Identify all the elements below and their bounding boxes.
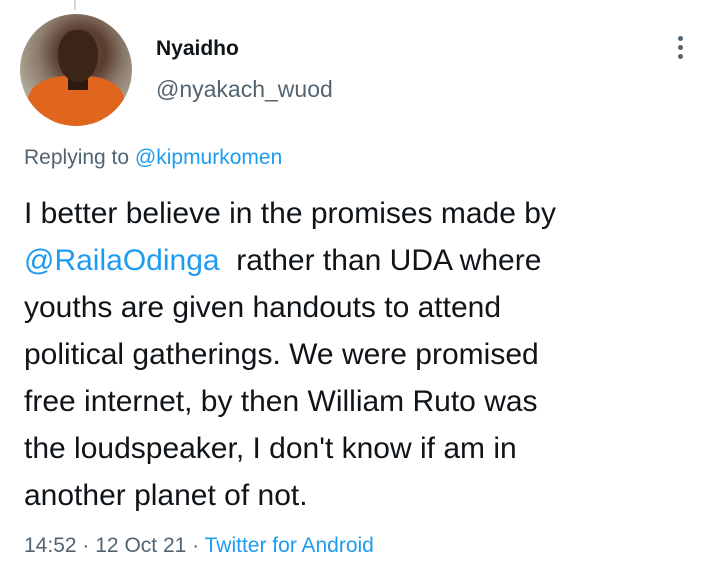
- more-options-button[interactable]: [668, 30, 692, 64]
- tweet-text-line: the loudspeaker, I don't know if am in: [24, 432, 517, 465]
- tweet-mention[interactable]: @RailaOdinga: [24, 244, 220, 277]
- tweet-text-fragment: rather than UDA where: [219, 244, 542, 277]
- author-name[interactable]: Nyaidho: [156, 37, 239, 61]
- replying-to: Replying to @kipmurkomen: [24, 146, 282, 170]
- tweet-time[interactable]: 14:52: [24, 534, 77, 557]
- tweet-text-line: I better believe in the promises made by: [24, 197, 556, 230]
- tweet-text-line: youths are given handouts to attend: [24, 291, 502, 324]
- tweet-text-line: another planet of not.: [24, 479, 308, 512]
- meta-separator: ·: [192, 534, 200, 557]
- more-vertical-icon: [677, 35, 683, 41]
- more-vertical-icon-dot: [677, 44, 683, 50]
- tweet-text-line: political gatherings. We were promised: [24, 338, 539, 371]
- thread-connector-line: [74, 0, 76, 10]
- tweet-text-line: @RailaOdinga rather than UDA where: [24, 237, 704, 284]
- avatar-face: [58, 30, 98, 82]
- tweet-date[interactable]: 12 Oct 21: [95, 534, 186, 557]
- meta-separator: ·: [82, 534, 90, 557]
- avatar[interactable]: [20, 14, 132, 126]
- tweet-source-link[interactable]: Twitter for Android: [205, 534, 374, 557]
- tweet-text: I better believe in the promises made by…: [24, 190, 704, 519]
- tweet-metadata: 14:52 · 12 Oct 21 · Twitter for Android: [24, 534, 374, 558]
- author-handle[interactable]: @nyakach_wuod: [156, 76, 333, 103]
- more-vertical-icon-dot: [677, 53, 683, 59]
- replying-to-mention[interactable]: @kipmurkomen: [135, 146, 282, 169]
- tweet-text-line: free internet, by then William Ruto was: [24, 385, 538, 418]
- replying-to-label: Replying to: [24, 146, 130, 169]
